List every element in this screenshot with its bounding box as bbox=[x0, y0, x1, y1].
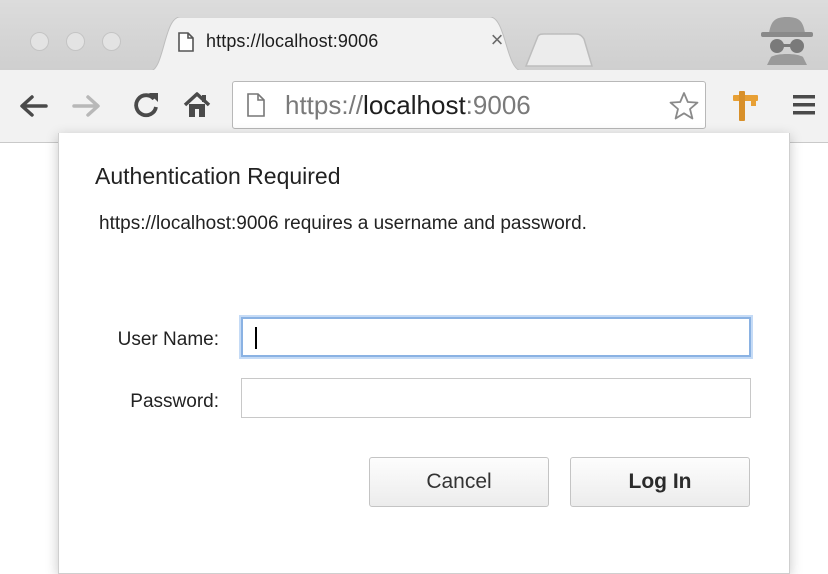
dialog-message: https://localhost:9006 requires a userna… bbox=[99, 213, 587, 234]
incognito-icon bbox=[757, 13, 817, 70]
url-host: localhost bbox=[363, 90, 466, 120]
extension-icon[interactable] bbox=[730, 88, 760, 127]
forward-arrow-icon[interactable] bbox=[72, 94, 102, 123]
auth-dialog: Authentication Required https://localhos… bbox=[58, 133, 790, 574]
password-field[interactable] bbox=[241, 378, 751, 418]
page-icon bbox=[247, 93, 265, 122]
text-caret bbox=[255, 327, 257, 349]
url-port: :9006 bbox=[465, 90, 531, 120]
username-label: User Name: bbox=[117, 329, 219, 350]
tab-title: https://localhost:9006 bbox=[206, 31, 379, 51]
password-label: Password: bbox=[130, 391, 219, 412]
dialog-title: Authentication Required bbox=[95, 163, 341, 189]
new-tab-button[interactable] bbox=[524, 33, 594, 72]
url-scheme: https:// bbox=[285, 90, 364, 120]
tab-strip: https://localhost:9006 × bbox=[0, 0, 828, 72]
window-minimize-control[interactable] bbox=[66, 32, 85, 51]
browser-tab[interactable]: https://localhost:9006 × bbox=[150, 17, 523, 71]
tab-close-icon[interactable]: × bbox=[486, 29, 508, 51]
window-zoom-control[interactable] bbox=[102, 32, 121, 51]
home-icon[interactable] bbox=[182, 90, 212, 125]
login-button[interactable]: Log In bbox=[570, 457, 750, 507]
reload-icon[interactable] bbox=[132, 90, 160, 125]
username-field[interactable] bbox=[241, 317, 751, 357]
window-close-control[interactable] bbox=[30, 32, 49, 51]
cancel-button[interactable]: Cancel bbox=[369, 457, 549, 507]
address-bar[interactable]: https://localhost:9006 bbox=[232, 81, 706, 129]
star-icon[interactable] bbox=[669, 91, 699, 126]
hamburger-menu-icon[interactable] bbox=[792, 94, 816, 121]
address-url: https://localhost:9006 bbox=[285, 90, 531, 121]
back-arrow-icon[interactable] bbox=[18, 94, 48, 123]
